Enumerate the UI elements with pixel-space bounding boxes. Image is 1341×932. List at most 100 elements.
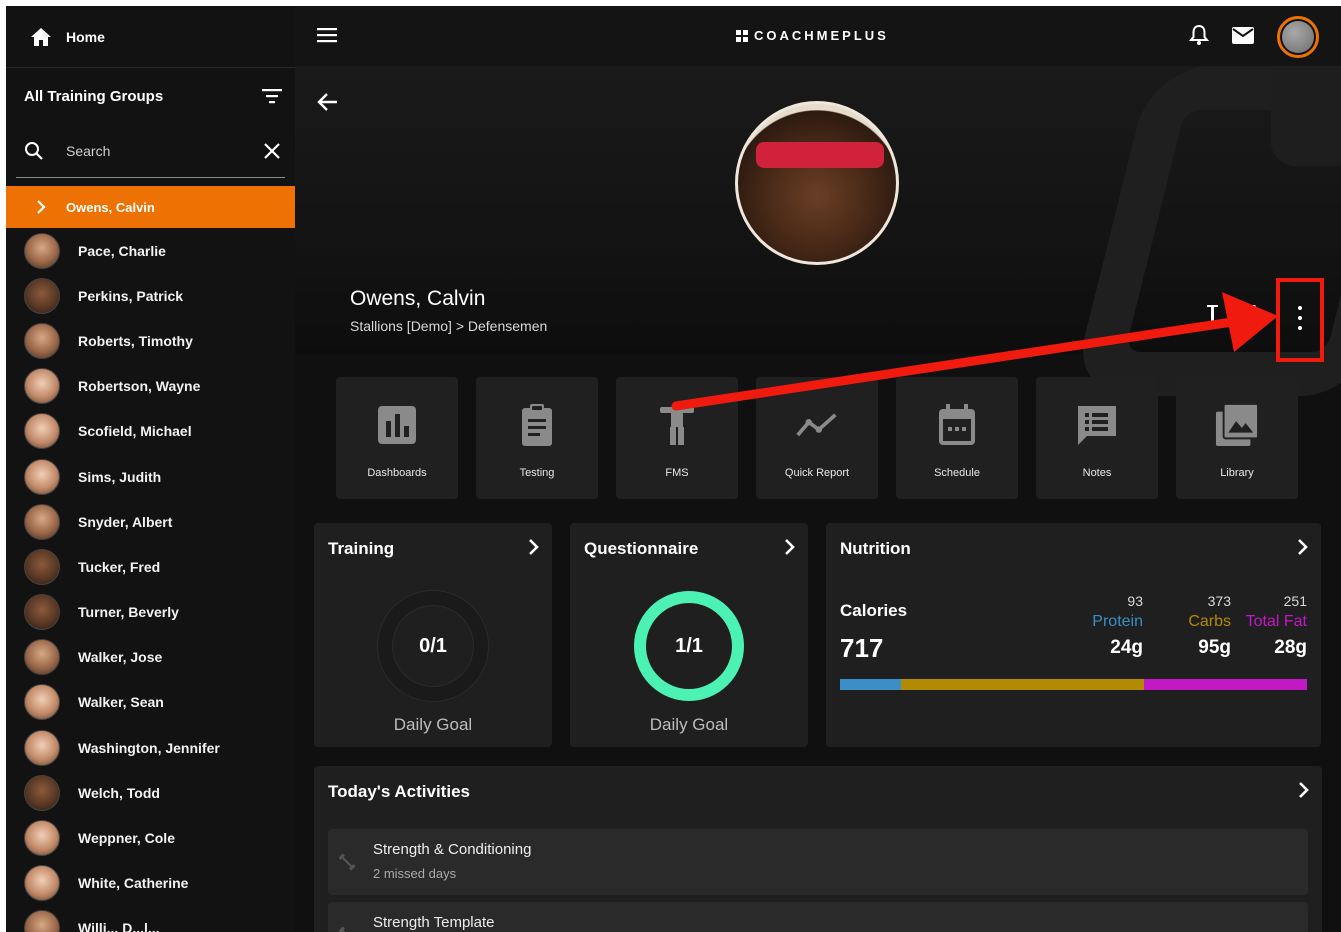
tile-label: Dashboards [367,467,427,479]
sidebar-home-label: Home [66,28,105,45]
activity-item[interactable]: Strength Template [328,902,1308,932]
tile-fms[interactable]: FMS [616,377,738,499]
edit-icon[interactable] [1207,304,1219,322]
card-title: Today's Activities [328,782,470,801]
fat-bar-segment [1143,679,1307,690]
macro-carbs: 373 Carbs 95g [1188,593,1231,659]
macro-fat: 251 Total Fat 28g [1246,593,1307,659]
notes-icon [1075,403,1119,447]
chevron-right-icon[interactable] [1298,782,1310,798]
training-progress-value: 0/1 [419,634,447,657]
protein-bar-segment [840,679,901,690]
training-progress-label: Daily Goal [393,715,473,734]
main-panel: COACHMEPLUS Owens, Calvin Stallions [Dem… [295,6,1341,932]
list-item[interactable]: Washington, Jennifer [6,725,295,770]
chevron-right-icon[interactable] [1297,539,1309,555]
avatar [24,368,60,405]
menu-icon[interactable] [317,27,337,43]
chevron-right-icon[interactable] [784,539,796,555]
clear-search-icon[interactable] [263,142,281,160]
back-arrow-icon[interactable] [317,92,339,112]
sidebar-item-label: Owens, Calvin [66,199,155,215]
list-item[interactable]: Scofield, Michael [6,409,295,454]
athlete-name: Robertson, Wayne [78,378,201,395]
questionnaire-progress-label: Daily Goal [649,715,729,734]
athlete-name: Weppner, Cole [78,830,175,847]
list-item[interactable]: Sims, Judith [6,454,295,499]
card-title: Training [328,539,395,558]
tile-library[interactable]: Library [1176,377,1298,499]
athlete-name: Pace, Charlie [78,242,166,259]
macro-calories: 251 [1283,593,1307,609]
athlete-name: Willi... D...l... [78,920,160,932]
macro-protein: 93 Protein 24g [1092,593,1143,659]
card-icon[interactable] [1233,304,1257,322]
tile-schedule[interactable]: Schedule [896,377,1018,499]
list-item[interactable]: Welch, Todd [6,770,295,815]
search-input[interactable] [66,142,263,159]
list-item[interactable]: Robertson, Wayne [6,364,295,409]
activity-title: Strength Template [373,914,495,931]
list-item[interactable]: Willi... D...l... [6,906,295,932]
training-card[interactable]: Training 0/1 Daily Goal [314,523,552,747]
search-icon [25,141,43,160]
chevron-right-icon[interactable] [528,539,540,555]
tile-notes[interactable]: Notes [1036,377,1158,499]
athlete-name: Snyder, Albert [78,513,173,530]
athlete-name: Walker, Sean [78,694,164,711]
tile-label: FMS [665,467,689,479]
list-item[interactable]: Roberts, Timothy [6,318,295,363]
list-item[interactable]: Perkins, Patrick [6,273,295,318]
avatar [24,729,60,766]
carbs-bar-segment [900,679,1144,690]
list-item[interactable]: Tucker, Fred [6,544,295,589]
body-icon [655,403,699,447]
list-item[interactable]: Weppner, Cole [6,815,295,860]
avatar [24,458,60,495]
gallery-icon [1215,403,1259,447]
clipboard-icon [515,403,559,447]
avatar [24,594,60,631]
questionnaire-progress-value: 1/1 [675,634,703,657]
macro-calories: 93 [1127,593,1143,609]
list-item[interactable]: Pace, Charlie [6,228,295,273]
bar-chart-icon [375,403,419,447]
athlete-photo [735,101,899,265]
activity-item[interactable]: Strength & Conditioning 2 missed days [328,829,1308,895]
filter-icon[interactable] [261,88,283,104]
tile-label: Schedule [934,467,980,479]
list-item[interactable]: Walker, Jose [6,635,295,680]
athlete-name: Roberts, Timothy [78,332,193,349]
avatar [24,820,60,857]
bell-icon[interactable] [1189,24,1209,46]
tile-dashboards[interactable]: Dashboards [336,377,458,499]
athlete-name: Scofield, Michael [78,423,192,440]
mail-icon[interactable] [1232,27,1254,44]
list-item[interactable]: Turner, Beverly [6,590,295,635]
athlete-name: Perkins, Patrick [78,287,184,304]
athlete-name: Welch, Todd [78,784,160,801]
calendar-icon [935,403,979,447]
calories-value: 717 [840,633,884,663]
nutrition-card[interactable]: Nutrition Calories 717 93 Protein 24g 37… [826,523,1321,747]
training-groups-selector[interactable]: All Training Groups [6,68,295,124]
tile-quick-report[interactable]: Quick Report [756,377,878,499]
list-item[interactable]: White, Catherine [6,861,295,906]
top-bar: COACHMEPLUS [295,6,1341,66]
sidebar-item-active[interactable]: Owens, Calvin [6,186,295,228]
avatar [24,232,60,269]
sidebar-home-link[interactable]: Home [6,6,295,68]
tile-testing[interactable]: Testing [476,377,598,499]
card-title: Questionnaire [584,539,699,558]
avatar [24,503,60,540]
tile-label: Library [1220,467,1254,479]
list-item[interactable]: Walker, Sean [6,680,295,725]
user-avatar[interactable] [1277,16,1319,58]
athlete-group-breadcrumb: Stallions [Demo] > Defensemen [350,318,548,334]
list-item[interactable]: Snyder, Albert [6,499,295,544]
questionnaire-progress-ring: 1/1 [634,591,744,701]
macro-name: Total Fat [1245,613,1307,630]
activities-card: Today's Activities Strength & Conditioni… [314,766,1322,932]
questionnaire-card[interactable]: Questionnaire 1/1 Daily Goal [570,523,808,747]
avatar [24,684,60,721]
